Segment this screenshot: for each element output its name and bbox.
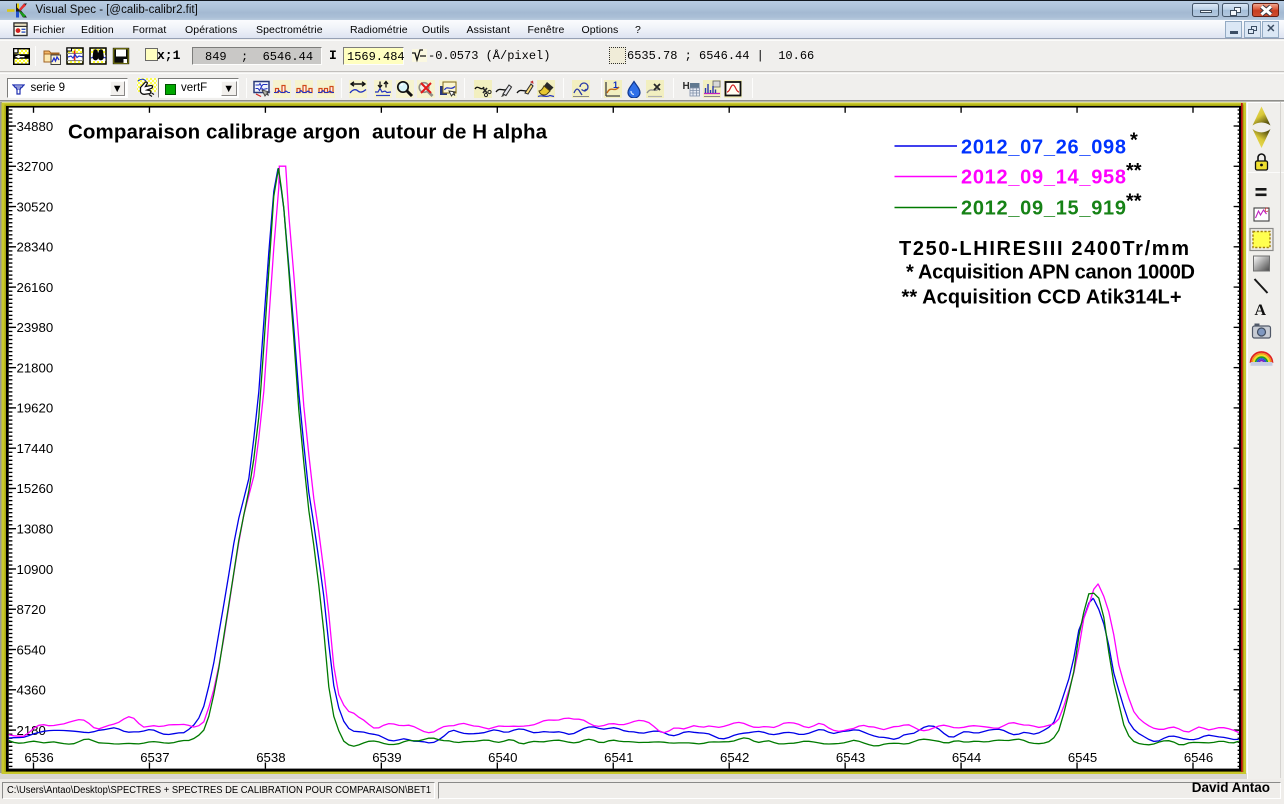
svg-text:6536: 6536 <box>24 750 53 765</box>
svg-text:**: ** <box>1126 160 1142 182</box>
svg-text:26160: 26160 <box>17 280 54 295</box>
svg-text:2012_09_15_919: 2012_09_15_919 <box>961 197 1126 219</box>
svg-text:6540: 6540 <box>488 750 517 765</box>
svg-text:**: ** <box>1126 191 1142 213</box>
svg-text:c: c <box>1264 205 1268 214</box>
svg-text:23980: 23980 <box>17 320 54 335</box>
svg-text:*: * <box>1130 130 1138 152</box>
svg-text:6542: 6542 <box>720 750 749 765</box>
svg-text:15260: 15260 <box>17 481 54 496</box>
svg-text:6545: 6545 <box>1068 750 1097 765</box>
svg-text:6543: 6543 <box>836 750 865 765</box>
svg-text:21800: 21800 <box>17 360 54 375</box>
svg-text:6541: 6541 <box>604 750 633 765</box>
svg-text:19620: 19620 <box>17 401 54 416</box>
svg-text:13080: 13080 <box>17 522 54 537</box>
svg-text:* Acquisition APN canon 1000D: * Acquisition APN canon 1000D <box>906 262 1195 284</box>
svg-text:6540: 6540 <box>17 642 46 657</box>
svg-text:6546: 6546 <box>1184 750 1213 765</box>
svg-text:A: A <box>1254 302 1266 319</box>
svg-text:T250-LHIRESIII 2400Tr/mm: T250-LHIRESIII 2400Tr/mm <box>899 238 1189 260</box>
svg-text:6544: 6544 <box>952 750 981 765</box>
svg-text:6539: 6539 <box>372 750 401 765</box>
svg-text:** Acquisition CCD Atik314L+: ** Acquisition CCD Atik314L+ <box>902 286 1182 308</box>
svg-text:6538: 6538 <box>256 750 285 765</box>
svg-text:34880: 34880 <box>17 119 54 134</box>
svg-text:1: 1 <box>613 80 618 90</box>
svg-text:10900: 10900 <box>17 562 54 577</box>
svg-text:2012_07_26_098: 2012_07_26_098 <box>961 137 1126 159</box>
svg-text:32700: 32700 <box>17 159 54 174</box>
svg-text:4360: 4360 <box>17 683 46 698</box>
svg-text:6537: 6537 <box>140 750 169 765</box>
svg-text:2012_09_14_958: 2012_09_14_958 <box>961 167 1126 189</box>
svg-text:8720: 8720 <box>17 602 46 617</box>
svg-text:28340: 28340 <box>17 240 54 255</box>
svg-text:17440: 17440 <box>17 441 54 456</box>
svg-text:30520: 30520 <box>17 199 54 214</box>
svg-text:H: H <box>683 81 690 92</box>
svg-text:Comparaison calibrage argon a: Comparaison calibrage argon autour de H … <box>68 121 548 144</box>
